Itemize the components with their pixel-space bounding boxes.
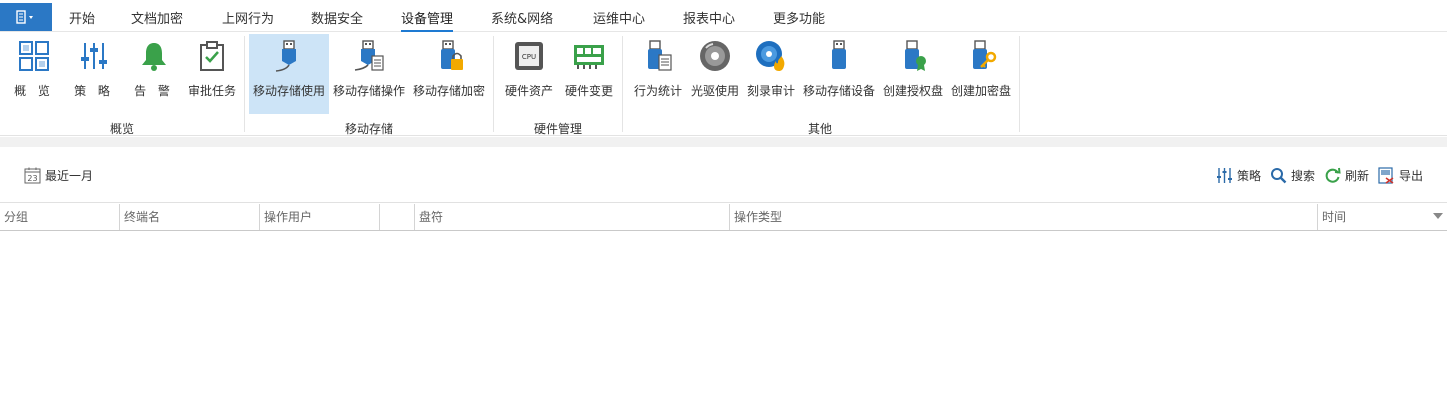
usb-operation-button[interactable]: 移动存储操作	[331, 34, 407, 114]
group-label-other: 其他	[807, 122, 833, 136]
policy-button[interactable]: 策 略	[68, 34, 120, 114]
policy-toolbar-button[interactable]: 策略	[1216, 165, 1261, 185]
menu-web-behavior[interactable]: 上网行为	[222, 8, 274, 27]
approval-task-button[interactable]: 审批任务	[186, 34, 238, 114]
disc-flame-icon	[753, 38, 789, 74]
column-unnamed[interactable]	[379, 204, 414, 230]
table-header: 分组 终端名 操作用户 盘符 操作类型 时间	[0, 204, 1447, 231]
refresh-button[interactable]: 刷新	[1324, 165, 1369, 185]
burn-audit-label: 刻录审计	[746, 84, 795, 98]
create-enc-disk-label: 创建加密盘	[950, 84, 1011, 98]
create-auth-disk-button[interactable]: 创建授权盘	[881, 34, 945, 114]
menu-more-features[interactable]: 更多功能	[773, 8, 825, 27]
usb-plug-icon	[271, 38, 307, 74]
column-time[interactable]: 时间	[1317, 204, 1447, 230]
refresh-label: 刷新	[1345, 168, 1370, 183]
column-group[interactable]: 分组	[0, 204, 119, 230]
usb-device-label: 移动存储设备	[802, 84, 875, 98]
date-range-label: 最近一月	[45, 168, 94, 183]
usb-encrypt-button[interactable]: 移动存储加密	[411, 34, 487, 114]
create-auth-disk-label: 创建授权盘	[882, 84, 943, 98]
ribbon-divider	[0, 137, 1447, 147]
grid-icon	[16, 38, 52, 74]
cpu-icon: CPU	[511, 38, 547, 74]
behavior-stats-button[interactable]: 行为统计	[630, 34, 686, 114]
column-terminal-name[interactable]: 终端名	[119, 204, 259, 230]
usb-lock-icon	[431, 38, 467, 74]
group-separator	[622, 36, 623, 132]
hardware-change-button[interactable]: 硬件变更	[561, 34, 617, 114]
column-operating-user[interactable]: 操作用户	[259, 204, 379, 230]
usb-chart-icon	[640, 38, 676, 74]
column-operation-type[interactable]: 操作类型	[729, 204, 1317, 230]
sort-desc-icon[interactable]	[1433, 213, 1443, 220]
search-button[interactable]: 搜索	[1270, 165, 1315, 185]
policy-label: 策 略	[74, 84, 114, 98]
ribbon: 概 览 策 略 告 警 审批任务 移动存储使用 移动存储操作 移动存储加密 CP…	[0, 32, 1447, 136]
burn-audit-button[interactable]: 刻录审计	[745, 34, 797, 114]
usb-key-icon	[963, 38, 999, 74]
sliders-icon	[1217, 167, 1232, 183]
disc-icon	[697, 38, 733, 74]
menu-doc-encryption[interactable]: 文档加密	[131, 8, 183, 27]
menu-start[interactable]: 开始	[69, 8, 95, 27]
search-label: 搜索	[1291, 168, 1316, 183]
export-button[interactable]: 导出	[1378, 165, 1423, 185]
svg-text:23: 23	[27, 174, 37, 183]
date-range-selector[interactable]: 23 最近一月	[24, 165, 93, 185]
export-label: 导出	[1399, 168, 1424, 183]
usb-drive-icon	[821, 38, 857, 74]
app-menu-button[interactable]	[0, 3, 52, 31]
usb-encrypt-label: 移动存储加密	[412, 84, 485, 98]
menu-report-center[interactable]: 报表中心	[683, 8, 735, 27]
usb-badge-icon	[895, 38, 931, 74]
overview-button[interactable]: 概 览	[8, 34, 60, 114]
refresh-icon	[1325, 167, 1341, 183]
app-menu-icon	[16, 10, 33, 24]
calendar-icon: 23	[24, 167, 41, 183]
export-icon	[1378, 166, 1394, 184]
behavior-stats-label: 行为统计	[633, 84, 682, 98]
menu-bar: 开始 文档加密 上网行为 数据安全 设备管理 系统&网络 运维中心 报表中心 更…	[0, 0, 1447, 32]
column-drive-letter[interactable]: 盘符	[414, 204, 729, 230]
approval-task-label: 审批任务	[187, 84, 236, 98]
menu-ops-center[interactable]: 运维中心	[593, 8, 645, 27]
clipboard-check-icon	[194, 38, 230, 74]
hardware-change-label: 硬件变更	[564, 84, 613, 98]
memory-board-icon	[571, 38, 607, 74]
usb-operation-label: 移动存储操作	[332, 84, 405, 98]
table-body	[0, 232, 1447, 407]
menu-system-network[interactable]: 系统&网络	[491, 8, 553, 27]
menu-device-management[interactable]: 设备管理	[401, 8, 454, 32]
usb-log-icon	[351, 38, 387, 74]
svg-text:CPU: CPU	[522, 53, 536, 61]
optical-use-button[interactable]: 光驱使用	[689, 34, 741, 114]
create-enc-disk-button[interactable]: 创建加密盘	[949, 34, 1013, 114]
sliders-icon	[76, 38, 112, 74]
group-separator	[493, 36, 494, 132]
hardware-assets-label: 硬件资产	[504, 84, 553, 98]
usb-use-label: 移动存储使用	[252, 84, 325, 98]
optical-use-label: 光驱使用	[690, 84, 739, 98]
overview-label: 概 览	[14, 84, 54, 98]
group-label-hardware: 硬件管理	[533, 122, 583, 136]
usb-device-button[interactable]: 移动存储设备	[801, 34, 877, 114]
group-separator	[244, 36, 245, 132]
toolbar: 23 最近一月 策略 搜索 刷新 导出	[0, 147, 1447, 203]
usb-use-button[interactable]: 移动存储使用	[249, 34, 329, 114]
alarm-button[interactable]: 告 警	[128, 34, 180, 114]
bell-icon	[136, 38, 172, 74]
alarm-label: 告 警	[134, 84, 174, 98]
hardware-assets-button[interactable]: CPU 硬件资产	[501, 34, 557, 114]
column-time-label: 时间	[1322, 210, 1347, 224]
menu-data-security[interactable]: 数据安全	[311, 8, 363, 27]
group-separator	[1019, 36, 1020, 132]
group-label-overview: 概览	[109, 122, 135, 136]
policy-toolbar-label: 策略	[1237, 168, 1262, 183]
search-icon	[1271, 167, 1287, 183]
group-label-usb: 移动存储	[344, 122, 394, 136]
